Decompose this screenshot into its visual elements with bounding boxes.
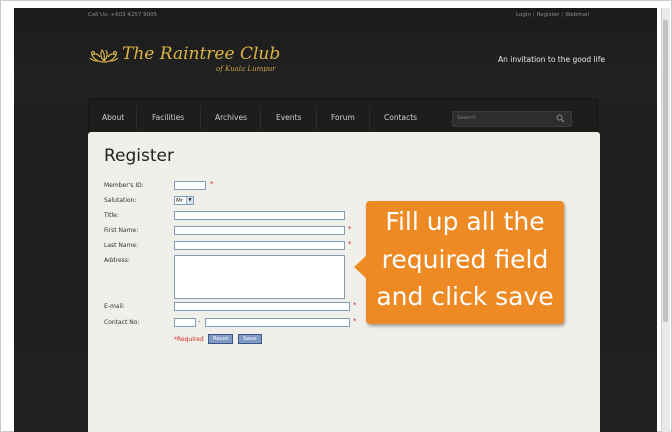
callout-line: required field (381, 245, 549, 274)
required-marker: * (348, 240, 352, 248)
scrollbar-thumb[interactable] (663, 20, 668, 322)
call-us-text: Call Us: +603 4257 9005 (88, 12, 158, 18)
nav-contacts[interactable]: Contacts (384, 113, 417, 122)
search-box (452, 111, 572, 127)
nav-divider (136, 106, 137, 130)
member-id-field[interactable] (174, 181, 206, 190)
nav-divider (369, 106, 370, 130)
callout-line: and click save (376, 282, 554, 311)
nav-events[interactable]: Events (276, 113, 301, 122)
webmail-link[interactable]: Webmail (565, 12, 589, 18)
address-field[interactable] (174, 255, 345, 299)
salutation-select[interactable]: Mr ▼ (174, 196, 194, 205)
address-label: Address: (104, 257, 130, 264)
magnifier-icon[interactable] (556, 114, 565, 123)
first-name-field[interactable] (174, 226, 345, 235)
club-name: The Raintree Club (122, 44, 281, 64)
contact-prefix-field[interactable] (174, 318, 196, 327)
salutation-value: Mr (176, 198, 184, 204)
contact-separator: - (198, 318, 201, 325)
email-label: E-mail: (104, 303, 125, 310)
required-marker: * (348, 225, 352, 233)
club-subtitle: of Kuala Lumpur (216, 65, 276, 73)
nav-archives[interactable]: Archives (215, 113, 247, 122)
page-scrollbar[interactable] (661, 8, 670, 432)
nav-divider (316, 106, 317, 130)
register-link[interactable]: Register (537, 12, 560, 18)
contact-label: Contact No: (104, 319, 140, 326)
title-field[interactable] (174, 211, 345, 220)
first-name-label: First Name: (104, 227, 139, 234)
search-input[interactable] (457, 115, 547, 121)
instruction-callout: Fill up all the required field and click… (354, 201, 564, 324)
nav-about[interactable]: About (102, 113, 124, 122)
save-button[interactable]: Save (238, 334, 262, 344)
required-marker: * (210, 180, 214, 188)
callout-line: Fill up all the (385, 207, 545, 236)
last-name-field[interactable] (174, 241, 345, 250)
title-label: Title: (104, 212, 119, 219)
last-name-label: Last Name: (104, 242, 139, 249)
reset-button[interactable]: Reset (208, 334, 234, 344)
nav-divider (200, 106, 201, 130)
leaf-ornament-icon (89, 48, 119, 63)
nav-facilities[interactable]: Facilities (152, 113, 184, 122)
required-note: *Required (174, 336, 204, 343)
required-marker: * (353, 301, 357, 309)
salutation-label: Salutation: (104, 197, 137, 204)
chevron-down-icon: ▼ (186, 197, 193, 204)
nav-forum[interactable]: Forum (331, 113, 355, 122)
contact-number-field[interactable] (205, 318, 350, 327)
top-links: Login | Register | Webmail (516, 12, 589, 18)
required-marker: * (353, 317, 357, 325)
login-link[interactable]: Login (516, 12, 531, 18)
member-id-label: Member's ID: (104, 182, 144, 189)
nav-divider (260, 106, 261, 130)
tagline: An invitation to the good life (497, 55, 605, 64)
email-field[interactable] (174, 302, 350, 311)
page-title: Register (104, 146, 174, 166)
